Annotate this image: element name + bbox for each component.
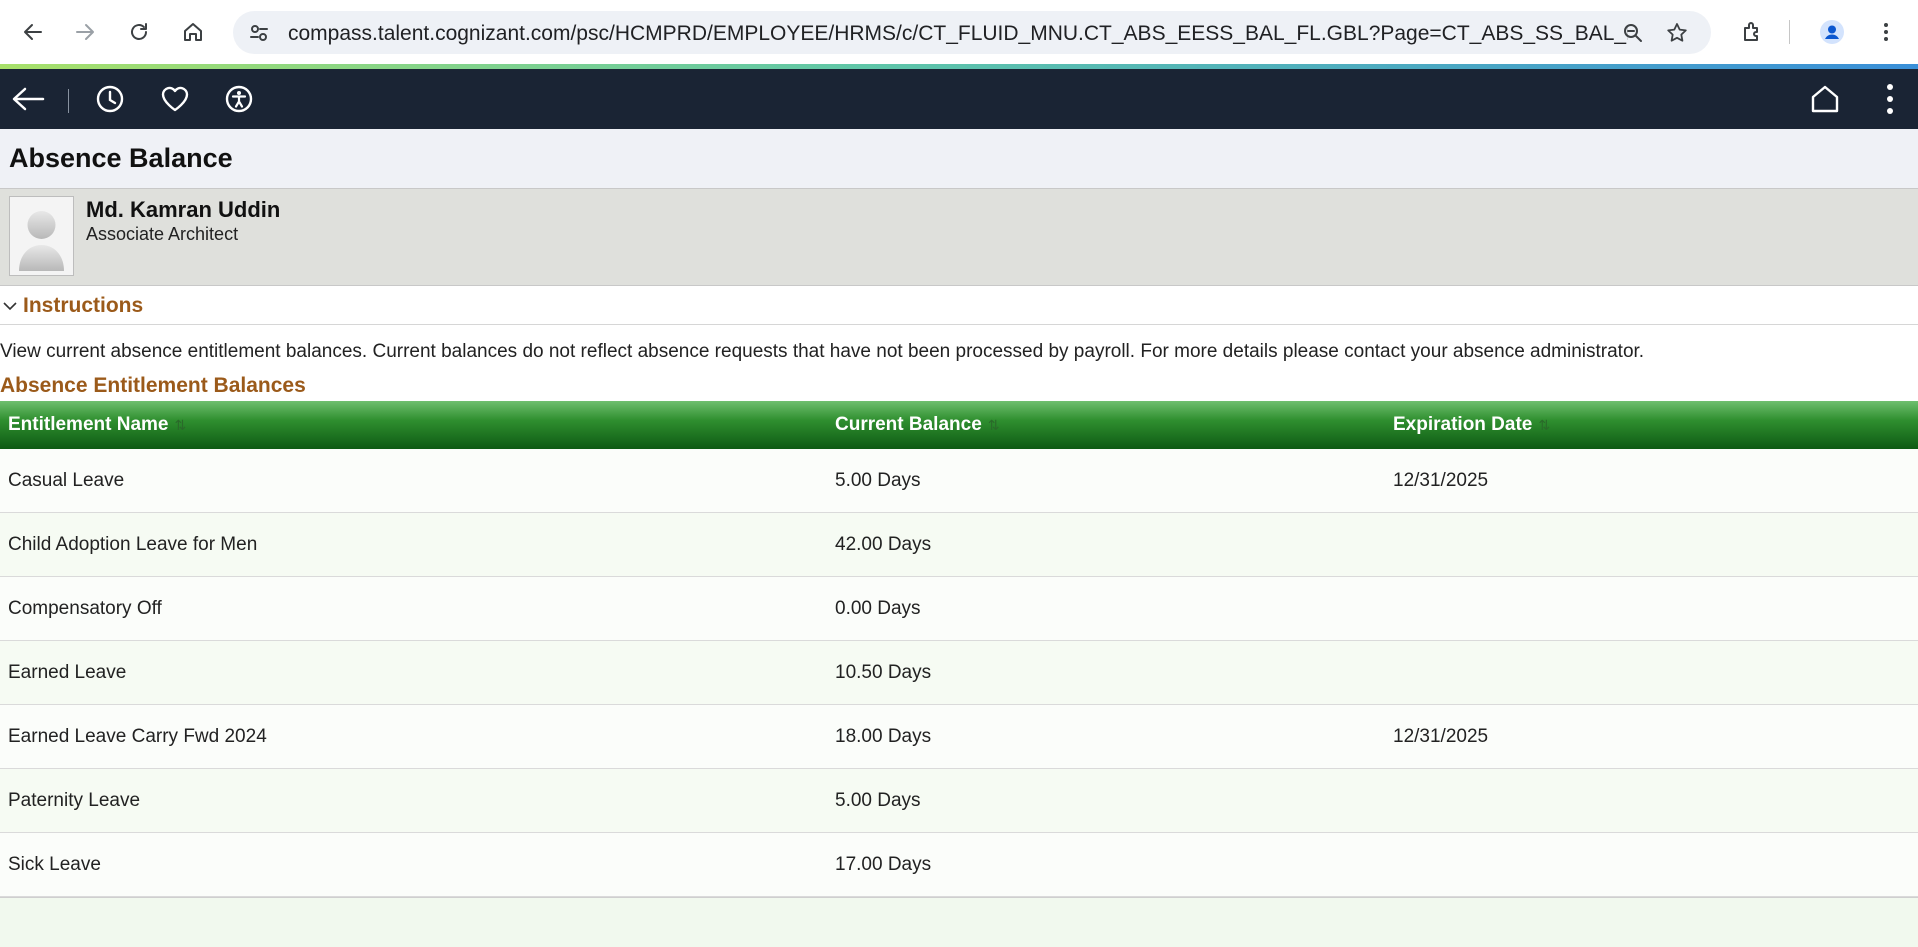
zoom-icon[interactable] xyxy=(1621,21,1645,45)
entitlement-name-cell: Earned Leave xyxy=(8,662,127,683)
toolbar-divider xyxy=(1789,20,1790,44)
column-header-entitlement-name[interactable]: Entitlement Name ⇅ xyxy=(8,414,186,436)
balances-grid: Entitlement Name ⇅ Current Balance ⇅ Exp… xyxy=(0,401,1918,947)
current-balance-cell: 5.00 Days xyxy=(835,790,921,811)
column-header-label[interactable]: Entitlement Name xyxy=(8,414,168,436)
person-silhouette-icon xyxy=(19,211,64,271)
bookmark-star-icon[interactable] xyxy=(1665,21,1689,45)
table-row[interactable]: Child Adoption Leave for Men 42.00 Days xyxy=(0,513,1918,577)
current-balance-cell: 10.50 Days xyxy=(835,662,932,683)
employee-name: Md. Kamran Uddin xyxy=(86,197,281,222)
entitlement-name-cell: Earned Leave Carry Fwd 2024 xyxy=(8,726,267,747)
grid-body: Casual Leave 5.00 Days 12/31/2025 Child … xyxy=(0,449,1918,897)
browser-toolbar: compass.talent.cognizant.com/psc/HCMPRD/… xyxy=(0,0,1918,64)
chevron-down-icon xyxy=(3,302,17,311)
table-row[interactable]: Casual Leave 5.00 Days 12/31/2025 xyxy=(0,449,1918,513)
table-row[interactable]: Earned Leave Carry Fwd 2024 18.00 Days 1… xyxy=(0,705,1918,769)
column-header-current-balance[interactable]: Current Balance ⇅ xyxy=(835,414,1000,436)
current-balance-cell: 18.00 Days xyxy=(835,726,932,747)
header-divider xyxy=(68,89,69,113)
site-settings-icon[interactable] xyxy=(247,21,271,45)
browser-menu-icon[interactable] xyxy=(1871,17,1901,47)
employee-job-title: Associate Architect xyxy=(86,224,239,244)
table-row[interactable]: Paternity Leave 5.00 Days xyxy=(0,769,1918,833)
grid-footer xyxy=(0,897,1918,947)
sort-icon[interactable]: ⇅ xyxy=(988,417,1000,434)
entitlement-name-cell: Compensatory Off xyxy=(8,598,162,619)
current-balance-cell: 0.00 Days xyxy=(835,598,921,619)
favorites-heart-icon[interactable] xyxy=(158,82,192,116)
entitlement-name-cell: Casual Leave xyxy=(8,470,125,491)
instructions-toggle[interactable]: Instructions xyxy=(0,286,1918,325)
instructions-text: View current absence entitlement balance… xyxy=(0,341,1645,362)
actions-menu-icon[interactable] xyxy=(1873,82,1907,116)
reload-icon[interactable] xyxy=(124,17,154,47)
table-row[interactable]: Earned Leave 10.50 Days xyxy=(0,641,1918,705)
back-arrow-icon[interactable] xyxy=(11,82,45,116)
entitlement-name-cell: Paternity Leave xyxy=(8,790,141,811)
accessibility-icon[interactable] xyxy=(222,82,256,116)
employee-banner: Md. Kamran Uddin Associate Architect xyxy=(0,189,1918,286)
balances-section-title: Absence Entitlement Balances xyxy=(0,374,306,397)
column-header-expiration-date[interactable]: Expiration Date ⇅ xyxy=(1393,414,1550,436)
back-arrow-icon[interactable] xyxy=(18,17,48,47)
home-icon[interactable] xyxy=(178,17,208,47)
column-header-label[interactable]: Expiration Date xyxy=(1393,414,1532,436)
avatar xyxy=(9,196,74,276)
grid-header: Entitlement Name ⇅ Current Balance ⇅ Exp… xyxy=(0,401,1918,449)
recent-history-icon[interactable] xyxy=(93,82,127,116)
entitlement-name-cell: Child Adoption Leave for Men xyxy=(8,534,258,555)
table-row[interactable]: Sick Leave 17.00 Days xyxy=(0,833,1918,897)
profile-avatar-icon[interactable] xyxy=(1817,17,1847,47)
extensions-icon[interactable] xyxy=(1737,17,1767,47)
instructions-label[interactable]: Instructions xyxy=(23,294,143,318)
current-balance-cell: 5.00 Days xyxy=(835,470,921,491)
app-header xyxy=(0,69,1918,129)
page-title-bar: Absence Balance xyxy=(0,129,1918,189)
column-header-label[interactable]: Current Balance xyxy=(835,414,982,436)
expiration-date-cell: 12/31/2025 xyxy=(1393,470,1489,491)
entitlement-name-cell: Sick Leave xyxy=(8,854,101,875)
table-row[interactable]: Compensatory Off 0.00 Days xyxy=(0,577,1918,641)
home-icon[interactable] xyxy=(1808,82,1842,116)
current-balance-cell: 17.00 Days xyxy=(835,854,932,875)
forward-arrow-icon[interactable] xyxy=(70,17,100,47)
expiration-date-cell: 12/31/2025 xyxy=(1393,726,1489,747)
address-bar[interactable]: compass.talent.cognizant.com/psc/HCMPRD/… xyxy=(233,11,1711,54)
sort-icon[interactable]: ⇅ xyxy=(174,417,186,434)
page-title: Absence Balance xyxy=(9,143,233,173)
current-balance-cell: 42.00 Days xyxy=(835,534,932,555)
sort-icon[interactable]: ⇅ xyxy=(1538,417,1550,434)
url-text[interactable]: compass.talent.cognizant.com/psc/HCMPRD/… xyxy=(288,22,1628,46)
